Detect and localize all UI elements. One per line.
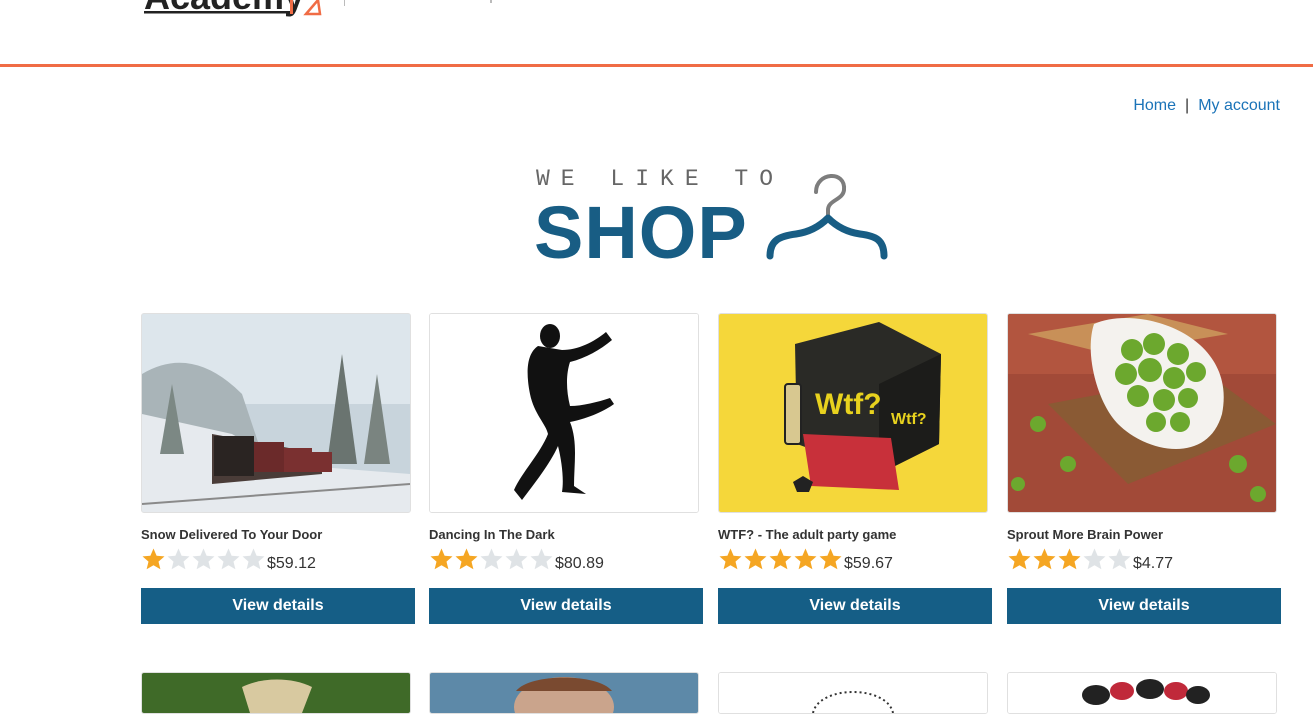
star-rating: $59.67 <box>718 548 893 573</box>
star-filled-icon <box>819 548 842 569</box>
product-price: $59.12 <box>267 555 316 572</box>
product-card: Sprout More Brain Power $4.77 View detai… <box>1007 313 1281 624</box>
star-empty-icon <box>480 548 503 569</box>
dancing-silhouette-image[interactable] <box>429 313 699 513</box>
top-nav: Home | My account <box>1133 97 1280 115</box>
star-empty-icon <box>505 548 528 569</box>
product-card: Wtf? Wtf? WTF? - The adult party game $5… <box>718 313 992 624</box>
star-filled-icon <box>1008 548 1031 569</box>
star-rating: $80.89 <box>429 548 604 573</box>
star-filled-icon <box>142 548 165 569</box>
brussels-sprouts-image[interactable] <box>1007 313 1277 513</box>
product-image-partial[interactable] <box>1007 672 1277 714</box>
star-filled-icon <box>1033 548 1056 569</box>
product-image-partial[interactable] <box>141 672 411 714</box>
product-card: Dancing In The Dark $80.89 View details <box>429 313 703 624</box>
home-link[interactable]: Home <box>1133 97 1176 114</box>
svg-text:Wtf?: Wtf? <box>891 411 927 428</box>
star-empty-icon <box>530 548 553 569</box>
view-details-button[interactable]: View details <box>1007 588 1281 624</box>
product-name[interactable]: Sprout More Brain Power <box>1007 527 1163 542</box>
product-price: $80.89 <box>555 555 604 572</box>
star-filled-icon <box>769 548 792 569</box>
view-details-button[interactable]: View details <box>718 588 992 624</box>
product-card: Snow Delivered To Your Door $59.12 View … <box>141 313 415 624</box>
product-price: $4.77 <box>1133 555 1174 572</box>
star-empty-icon <box>242 548 265 569</box>
product-price: $59.67 <box>844 555 893 572</box>
star-rating: $4.77 <box>1007 548 1174 573</box>
party-game-box-image[interactable]: Wtf? Wtf? <box>718 313 988 513</box>
star-filled-icon <box>455 548 478 569</box>
star-empty-icon <box>192 548 215 569</box>
view-details-button[interactable]: View details <box>141 588 415 624</box>
star-filled-icon <box>794 548 817 569</box>
banner-tagline: WE LIKE TO <box>536 166 785 192</box>
product-image-partial[interactable] <box>718 672 988 714</box>
nav-separator: | <box>1185 97 1190 114</box>
product-name[interactable]: Dancing In The Dark <box>429 527 555 542</box>
star-filled-icon <box>744 548 767 569</box>
site-header: Academy <box>0 0 1313 67</box>
product-name[interactable]: Snow Delivered To Your Door <box>141 527 322 542</box>
logo-divider <box>344 0 345 6</box>
star-empty-icon <box>167 548 190 569</box>
shop-banner: WE LIKE TO SHOP <box>534 166 894 274</box>
my-account-link[interactable]: My account <box>1198 97 1280 114</box>
star-filled-icon <box>719 548 742 569</box>
product-name[interactable]: WTF? - The adult party game <box>718 527 896 542</box>
star-empty-icon <box>1108 548 1131 569</box>
star-empty-icon <box>1083 548 1106 569</box>
svg-text:Academy: Academy <box>144 0 304 17</box>
banner-title: SHOP <box>534 191 748 274</box>
hanger-icon <box>766 174 888 260</box>
star-filled-icon <box>430 548 453 569</box>
svg-text:Wtf?: Wtf? <box>815 388 882 421</box>
star-filled-icon <box>1058 548 1081 569</box>
star-rating: $59.12 <box>141 548 316 573</box>
product-image-partial[interactable] <box>429 672 699 714</box>
snowy-train-image[interactable] <box>141 313 411 513</box>
logo-tick <box>490 0 492 3</box>
star-empty-icon <box>217 548 240 569</box>
academy-logo[interactable]: Academy <box>140 0 330 23</box>
view-details-button[interactable]: View details <box>429 588 703 624</box>
